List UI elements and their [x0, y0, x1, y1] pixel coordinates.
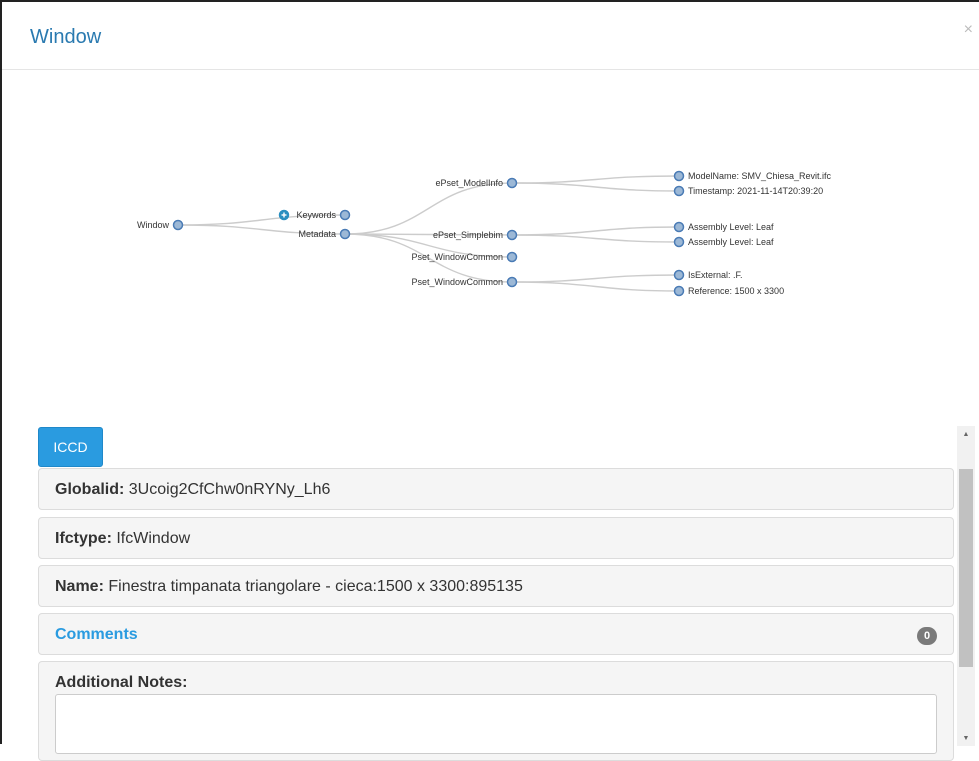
globalid-value: 3Ucoig2CfChw0nRYNy_Lh6	[128, 481, 331, 498]
ifctype-value: IfcWindow	[116, 530, 191, 547]
tree-property-1-node[interactable]	[673, 185, 685, 197]
tree-pset-2-node[interactable]	[506, 251, 518, 263]
tree-property-0-label: ModelName: SMV_Chiesa_Revit.ifc	[688, 171, 832, 181]
tree-property-4-label: IsExternal: .F.	[688, 270, 743, 280]
tree-property-4-node[interactable]	[673, 269, 685, 281]
tree-link	[511, 234, 680, 243]
tree-pset-0-node[interactable]	[506, 177, 518, 189]
comments-link[interactable]: Comments	[55, 626, 138, 644]
tree-link	[511, 226, 680, 236]
expand-plus-icon[interactable]	[278, 209, 290, 221]
modal-title: Window	[30, 26, 102, 48]
tree-link	[511, 274, 680, 283]
tree-property-3-label: Assembly Level: Leaf	[688, 237, 774, 247]
tree-property-1-label: Timestamp: 2021-11-14T20:39:20	[688, 186, 823, 196]
tree-keywords-label: Keywords	[296, 210, 336, 220]
scroll-thumb[interactable]	[959, 469, 973, 667]
comments-count-badge: 0	[917, 627, 937, 645]
name-value: Finestra timpanata triangolare - cieca:1…	[108, 578, 523, 595]
iccd-button[interactable]: ICCD	[38, 427, 103, 467]
additional-notes-textarea[interactable]	[55, 694, 937, 754]
tree-pset-1-node[interactable]	[506, 229, 518, 241]
notes-label: Additional Notes:	[55, 674, 188, 691]
ifctype-label: Ifctype:	[55, 530, 112, 547]
scroll-up-arrow-icon[interactable]: ▲	[957, 426, 975, 442]
globalid-label: Globalid:	[55, 481, 125, 498]
tree-keywords-node[interactable]	[339, 209, 351, 221]
tree-property-3-node[interactable]	[673, 236, 685, 248]
tree-nodes: Window Keywords Metadata ePset_ModelInfo ePs…	[137, 170, 832, 297]
tree-property-5-node[interactable]	[673, 285, 685, 297]
tree-root-window-node[interactable]	[172, 219, 184, 231]
notes-panel: Additional Notes:	[38, 661, 954, 761]
tree-property-2-node[interactable]	[673, 221, 685, 233]
tree-metadata-label: Metadata	[298, 229, 336, 239]
property-modal: Window × Window Keywords Metadata ePset_Mod…	[0, 0, 979, 761]
modal-header: Window ×	[2, 2, 979, 70]
ifctype-panel: Ifctype: IfcWindow	[38, 517, 954, 559]
tree-pset-1-label: ePset_Simplebim	[433, 230, 503, 240]
name-panel: Name: Finestra timpanata triangolare - c…	[38, 565, 954, 607]
tree-root-window-label: Window	[137, 220, 170, 230]
name-label: Name:	[55, 578, 104, 595]
name-row: Name: Finestra timpanata triangolare - c…	[55, 578, 523, 596]
tree-link	[511, 281, 680, 292]
tree-link	[511, 182, 680, 192]
tree-property-5-label: Reference: 1500 x 3300	[688, 286, 784, 296]
tree-pset-2-label: Pset_WindowCommon	[411, 252, 503, 262]
tree-pset-3-node[interactable]	[506, 276, 518, 288]
globalid-row: Globalid: 3Ucoig2CfChw0nRYNy_Lh6	[55, 481, 330, 499]
tree-pset-3-label: Pset_WindowCommon	[411, 277, 503, 287]
tree-pset-0-label: ePset_ModelInfo	[435, 178, 503, 188]
close-button[interactable]: ×	[964, 22, 973, 38]
tree-link	[511, 175, 680, 184]
scrollbar[interactable]: ▲ ▼	[957, 426, 975, 746]
tree-links	[177, 175, 680, 292]
metadata-tree-graph: Window Keywords Metadata ePset_ModelInfo ePs…	[137, 170, 832, 297]
tree-property-2-label: Assembly Level: Leaf	[688, 222, 774, 232]
tree-link	[344, 182, 513, 235]
comments-panel[interactable]: Comments 0	[38, 613, 954, 655]
tree-property-0-node[interactable]	[673, 170, 685, 182]
globalid-panel: Globalid: 3Ucoig2CfChw0nRYNy_Lh6	[38, 468, 954, 510]
ifctype-row: Ifctype: IfcWindow	[55, 530, 190, 548]
tree-metadata-node[interactable]	[339, 228, 351, 240]
